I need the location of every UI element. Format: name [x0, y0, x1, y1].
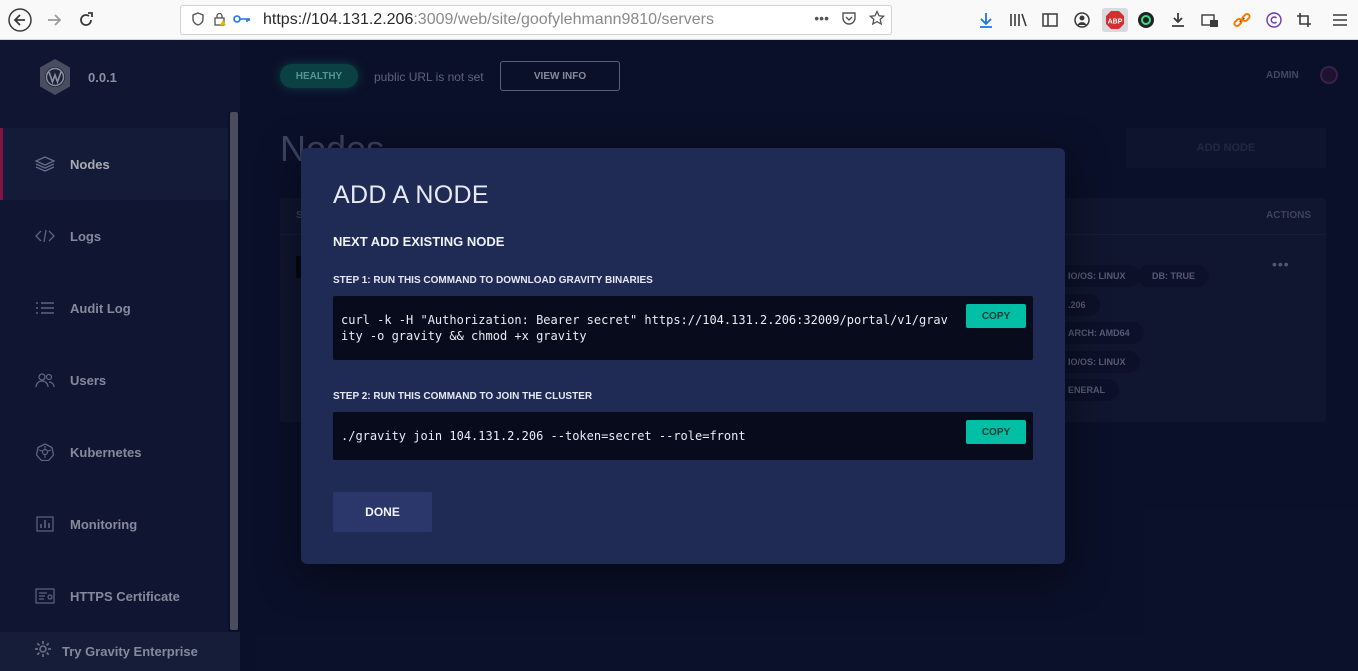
shield-icon[interactable]	[189, 11, 207, 29]
dialog-subtitle: NEXT ADD EXISTING NODE	[333, 234, 505, 249]
download-manager-icon[interactable]	[1168, 10, 1188, 30]
step1-command-text[interactable]: curl -k -H "Authorization: Bearer secret…	[341, 312, 948, 344]
pocket-icon[interactable]	[841, 10, 857, 29]
add-node-dialog: ADD A NODE NEXT ADD EXISTING NODE STEP 1…	[301, 148, 1065, 564]
step1-copy-button[interactable]: COPY	[966, 304, 1026, 328]
done-button[interactable]: DONE	[333, 492, 432, 532]
link-extension-icon[interactable]	[1232, 10, 1252, 30]
color-extension-icon[interactable]	[1136, 10, 1156, 30]
lock-warning-icon[interactable]	[211, 12, 229, 29]
step1-command-box[interactable]: curl -k -H "Authorization: Bearer secret…	[333, 296, 1033, 360]
bookmark-star-icon[interactable]	[868, 9, 886, 29]
step1-label: STEP 1: RUN THIS COMMAND TO DOWNLOAD GRA…	[333, 275, 653, 286]
sidebar-toggle-icon[interactable]	[1040, 10, 1060, 30]
step2-command-text[interactable]: ./gravity join 104.131.2.206 --token=sec…	[341, 428, 746, 444]
menu-icon[interactable]	[1330, 10, 1350, 30]
adblock-icon[interactable]: ABP	[1102, 8, 1128, 32]
download-icon[interactable]	[976, 10, 996, 30]
copyright-icon[interactable]	[1264, 10, 1284, 30]
step2-label: STEP 2: RUN THIS COMMAND TO JOIN THE CLU…	[333, 391, 593, 402]
url-bar[interactable]: https://104.131.2.206:3009/web/site/goof…	[180, 5, 892, 35]
key-icon[interactable]	[233, 13, 251, 28]
dialog-title: ADD A NODE	[333, 181, 489, 209]
reload-icon[interactable]	[72, 6, 100, 34]
url-text: https://104.131.2.206:3009/web/site/goof…	[263, 11, 714, 28]
library-icon[interactable]	[1008, 10, 1028, 30]
step2-copy-button[interactable]: COPY	[966, 420, 1026, 444]
browser-toolbar: https://104.131.2.206:3009/web/site/goof…	[0, 0, 1358, 40]
forward-icon[interactable]	[40, 6, 68, 34]
screenshot-icon[interactable]	[1200, 10, 1220, 30]
account-icon[interactable]	[1072, 10, 1092, 30]
crop-icon[interactable]	[1294, 10, 1314, 30]
svg-text:ABP: ABP	[1108, 19, 1123, 26]
step2-command-box[interactable]: ./gravity join 104.131.2.206 --token=sec…	[333, 412, 1033, 460]
back-icon[interactable]	[6, 6, 34, 34]
more-options-icon[interactable]: •••	[814, 10, 829, 29]
